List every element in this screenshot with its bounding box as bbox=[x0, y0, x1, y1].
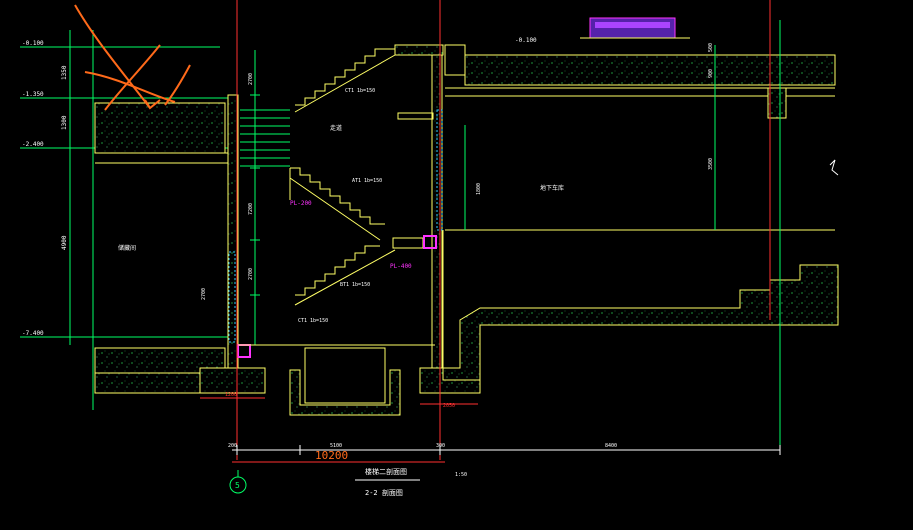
section-scale: 1:50 bbox=[455, 472, 467, 478]
stair-note-3: BT1 1b=150 bbox=[340, 282, 370, 288]
section-title: 楼梯二剖面图 bbox=[365, 467, 407, 476]
right-upper-stub bbox=[444, 44, 466, 76]
core-hatch-lines bbox=[240, 109, 290, 167]
room-label-left: 储藏间 bbox=[118, 244, 136, 252]
dim-small-right: 2050 bbox=[443, 403, 455, 409]
stair-top-slab bbox=[394, 44, 444, 56]
stair-note-2: AT1 1b=150 bbox=[352, 178, 382, 184]
room-label-right: 地下车库 bbox=[540, 184, 564, 192]
right-beam bbox=[767, 87, 787, 119]
dim-bottom-200: 200 bbox=[228, 443, 237, 449]
level-top-left: -0.100 bbox=[22, 40, 44, 47]
orange-sketch-marks bbox=[74, 4, 191, 111]
axis-bubble-label: 5 bbox=[235, 481, 240, 490]
level-l3-left: -7.400 bbox=[22, 330, 44, 337]
room-label-mid: 走道 bbox=[330, 124, 342, 132]
dim-left-1300: 1300 bbox=[61, 115, 68, 130]
level-top-right: -0.100 bbox=[515, 37, 537, 44]
pit-inner bbox=[304, 347, 386, 404]
dim-left-1350: 1350 bbox=[61, 65, 68, 80]
section-id: 2-2 剖面图 bbox=[365, 488, 403, 497]
dim-right-3500: 3500 bbox=[708, 158, 714, 170]
pl-200-label: PL-200 bbox=[290, 200, 312, 207]
base-left-footing bbox=[199, 367, 266, 394]
dim-left-4900: 4900 bbox=[61, 235, 68, 250]
dim-right-mid: 1800 bbox=[476, 183, 482, 195]
level-l1-left: -1.350 bbox=[22, 91, 44, 98]
dim-bottom-5100: 5100 bbox=[330, 443, 342, 449]
level-l2-left: -2.400 bbox=[22, 141, 44, 148]
break-mark bbox=[829, 159, 839, 176]
dim-total-10200: 10200 bbox=[315, 449, 348, 462]
stair-note-1: CT1 1b=150 bbox=[345, 88, 375, 94]
dim-stair-w1: 2700 bbox=[201, 288, 207, 300]
stair-note-4: CT1 1b=150 bbox=[298, 318, 328, 324]
dim-bottom-300: 300 bbox=[436, 443, 445, 449]
dim-bottom-8400: 8400 bbox=[605, 443, 617, 449]
magenta-column-lower bbox=[237, 344, 251, 358]
cad-drawing-canvas: -0.100 -1.350 -2.400 -7.400 1350 1300 49… bbox=[20, 0, 839, 497]
dim-right-500: 500 bbox=[708, 43, 714, 52]
dim-small-left: 1200 bbox=[225, 392, 237, 398]
dim-stair-s6: 2700 bbox=[248, 268, 254, 280]
left-soil-upper bbox=[94, 102, 226, 154]
pl-400-label: PL-400 bbox=[390, 263, 412, 270]
stair-pit bbox=[289, 369, 401, 416]
right-stepped-floor bbox=[442, 264, 839, 381]
stair-dimension-column bbox=[250, 50, 260, 345]
dim-stair-s4: 7200 bbox=[248, 203, 254, 215]
dim-stair-s1: 2700 bbox=[248, 73, 254, 85]
dim-right-900: 900 bbox=[708, 69, 714, 78]
